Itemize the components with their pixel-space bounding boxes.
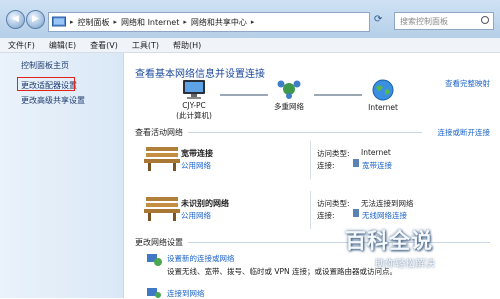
search-icon[interactable] — [481, 16, 489, 24]
computer-icon — [183, 80, 205, 99]
menu-tools[interactable]: 工具(T) — [132, 40, 159, 51]
search-input[interactable]: 搜索控制面板 — [394, 12, 494, 30]
network-1-type[interactable]: 公用网络 — [181, 160, 211, 171]
full-map-link[interactable]: 查看完整映射 — [445, 78, 490, 89]
refresh-icon[interactable]: ⟳ — [374, 14, 382, 25]
map-link-line — [220, 94, 268, 96]
connect-network-link[interactable]: 连接到网络 — [167, 288, 205, 299]
menu-bar: 文件(F) 编辑(E) 查看(V) 工具(T) 帮助(H) — [0, 38, 500, 53]
network-2-type[interactable]: 公用网络 — [181, 210, 211, 221]
bench-icon — [144, 147, 180, 171]
globe-icon — [372, 79, 394, 101]
breadcrumb-network-internet[interactable]: 网络和 Internet — [121, 17, 179, 28]
sidebar-item-home[interactable]: 控制面板主页 — [21, 60, 69, 71]
connection-value[interactable]: 宽带连接 — [362, 160, 392, 171]
page-title: 查看基本网络信息并设置连接 — [135, 69, 265, 80]
setup-connection-link[interactable]: 设置新的连接或网络 — [167, 253, 235, 264]
connection-icon — [353, 159, 359, 167]
connect-disconnect-link[interactable]: 连接或断开连接 — [438, 127, 491, 138]
forward-button[interactable]: ▶ — [26, 10, 45, 29]
network-label: 多重网络 — [274, 102, 304, 111]
breadcrumb-separator[interactable]: ▸ — [183, 18, 187, 26]
breadcrumb-control-panel[interactable]: 控制面板 — [78, 17, 110, 28]
divider — [310, 191, 311, 229]
internet-label: Internet — [368, 103, 398, 112]
menu-edit[interactable]: 编辑(E) — [49, 40, 76, 51]
access-type-value: 无法连接到网络 — [361, 199, 414, 208]
map-pc[interactable]: CJY-PC (此计算机) — [169, 79, 219, 121]
divider — [310, 141, 311, 179]
control-panel-icon — [52, 16, 66, 27]
pc-sub: (此计算机) — [176, 111, 212, 120]
connection-label: 连接: — [317, 211, 335, 220]
bench-icon — [144, 197, 180, 221]
network-1-name: 宽带连接 — [181, 149, 213, 158]
connect-network-icon — [147, 288, 161, 298]
access-type-value: Internet — [361, 148, 391, 157]
pc-name: CJY-PC — [182, 101, 206, 110]
watermark-title: 百科全说 — [345, 229, 433, 253]
breadcrumb-separator[interactable]: ▸ — [70, 18, 74, 26]
map-network[interactable]: 多重网络 — [264, 79, 314, 112]
active-networks-heading: 查看活动网络 — [135, 128, 183, 137]
new-connection-icon — [147, 254, 162, 266]
network-2-name: 未识别的网络 — [181, 199, 229, 208]
multi-network-icon — [277, 80, 301, 99]
menu-help[interactable]: 帮助(H) — [173, 40, 201, 51]
watermark: 百科全说 助你轻松解决 — [345, 225, 465, 280]
search-placeholder: 搜索控制面板 — [400, 17, 448, 26]
change-settings-heading: 更改网络设置 — [135, 238, 183, 247]
highlight-box — [17, 77, 75, 91]
back-button[interactable]: ◀ — [6, 10, 25, 29]
menu-file[interactable]: 文件(F) — [8, 40, 35, 51]
watermark-subtitle: 助你轻松解决 — [375, 259, 435, 270]
menu-view[interactable]: 查看(V) — [90, 40, 118, 51]
access-type-label: 访问类型: — [317, 199, 350, 208]
divider — [188, 132, 422, 133]
address-box[interactable]: ▸ 控制面板 ▸ 网络和 Internet ▸ 网络和共享中心 ▸ — [48, 12, 370, 32]
address-bar: ◀ ▶ ▸ 控制面板 ▸ 网络和 Internet ▸ 网络和共享中心 ▸ ⟳ … — [0, 0, 500, 39]
connection-value[interactable]: 无线网络连接 — [362, 210, 407, 221]
breadcrumb-separator[interactable]: ▸ — [114, 18, 118, 26]
connection-label: 连接: — [317, 161, 335, 170]
breadcrumb-network-center[interactable]: 网络和共享中心 — [191, 17, 247, 28]
map-link-line — [314, 94, 362, 96]
sidebar-item-advanced-sharing[interactable]: 更改高级共享设置 — [21, 95, 85, 106]
connection-icon — [353, 209, 359, 217]
breadcrumb-separator[interactable]: ▸ — [251, 18, 255, 26]
map-internet[interactable]: Internet — [358, 79, 408, 112]
access-type-label: 访问类型: — [317, 149, 350, 158]
